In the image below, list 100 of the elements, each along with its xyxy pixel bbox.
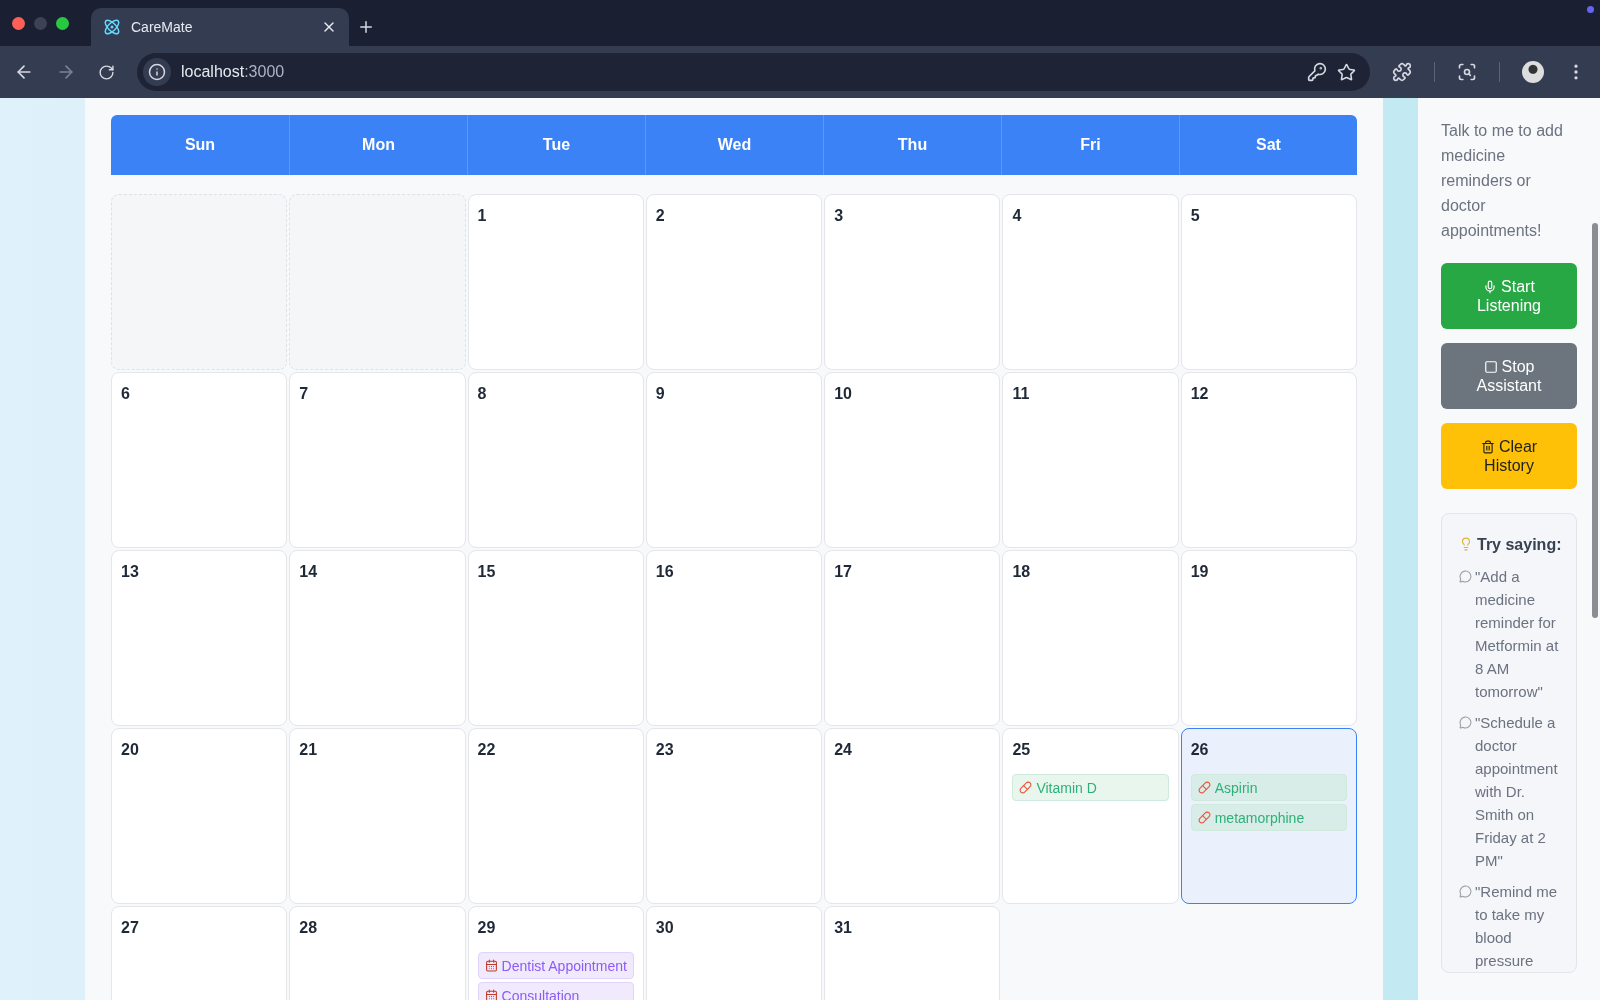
weekday-label: Sun (184, 136, 216, 154)
day-cell[interactable]: 28 (289, 906, 466, 1000)
tab-title: CareMate (131, 19, 194, 35)
weekday-label: Mon (362, 136, 395, 154)
day-number: 22 (477, 741, 497, 759)
appointment-event[interactable]: Dentist Appointment (477, 952, 634, 979)
pill-icon (1019, 781, 1033, 794)
pill-icon (1197, 781, 1211, 794)
lightbulb-icon (1459, 537, 1473, 551)
day-number: 13 (121, 563, 140, 581)
speech-bubble-icon (1459, 885, 1472, 898)
day-cell[interactable]: 21 (289, 728, 466, 904)
key-icon[interactable] (1307, 62, 1327, 82)
trash-icon (1480, 440, 1495, 454)
day-number: 16 (655, 563, 675, 581)
day-number: 1 (477, 207, 488, 225)
day-number: 20 (121, 741, 140, 759)
calendar-icon (484, 989, 498, 1000)
clear-button[interactable]: Clear History (1441, 423, 1577, 489)
calendar-icon (484, 959, 498, 972)
day-cell[interactable]: 2 (645, 194, 823, 370)
day-number: 24 (834, 741, 853, 759)
day-cell[interactable]: 15 (467, 550, 644, 726)
scrollbar-thumb[interactable] (1592, 223, 1598, 618)
day-number: 30 (655, 919, 675, 937)
day-cell[interactable]: 16 (645, 550, 823, 726)
day-number: 6 (121, 385, 131, 403)
atom-icon (103, 18, 121, 36)
day-number: 31 (834, 919, 853, 937)
day-cell[interactable]: 3 (824, 194, 1001, 370)
screen-search-icon[interactable] (1457, 62, 1477, 82)
avatar[interactable] (1522, 61, 1544, 83)
weekday-label: Sat (1256, 136, 1281, 154)
day-cell[interactable]: 25 Vitamin D (1002, 728, 1179, 904)
day-number: 25 (1012, 741, 1032, 759)
tips-title: Try saying: (1477, 535, 1562, 555)
day-number: 4 (1012, 207, 1023, 225)
day-cell[interactable]: 6 (111, 372, 288, 548)
example-phrase: "Schedule a doctor appointment with Dr. Smith on Friday at 2 PM" (1475, 713, 1559, 871)
pill-icon (1197, 811, 1211, 824)
day-cell[interactable]: 17 (824, 550, 1001, 726)
day-cell[interactable]: 11 (1002, 372, 1179, 548)
day-number: 10 (834, 385, 853, 403)
day-number: 17 (834, 563, 853, 581)
speech-bubble-icon (1459, 716, 1472, 729)
day-number: 26 (1190, 741, 1210, 759)
day-number: 21 (299, 741, 319, 759)
url-text: localhost:3000 (181, 63, 286, 81)
day-number: 5 (1190, 207, 1201, 225)
day-cell[interactable]: 29 Dentist Appointment Consultation (467, 906, 644, 1000)
day-number: 7 (299, 385, 310, 403)
new-tab-icon[interactable] (357, 18, 375, 36)
day-cell[interactable]: 20 (111, 728, 288, 904)
day-cell[interactable]: 13 (111, 550, 288, 726)
reload-icon[interactable] (98, 63, 115, 81)
stop-button[interactable]: Stop Assistant (1441, 343, 1577, 409)
day-number: 29 (477, 919, 497, 937)
day-cell[interactable]: 1 (467, 194, 644, 370)
stop-icon (1483, 360, 1498, 374)
day-cell[interactable]: 9 (645, 372, 823, 548)
day-number: 14 (299, 563, 319, 581)
day-number: 18 (1012, 563, 1032, 581)
day-cell[interactable]: 30 (645, 906, 823, 1000)
day-cell[interactable]: 24 (824, 728, 1001, 904)
day-cell[interactable]: 7 (289, 372, 466, 548)
day-cell[interactable]: 8 (467, 372, 644, 548)
day-cell[interactable]: 31 (824, 906, 1001, 1000)
day-cell[interactable]: 22 (467, 728, 644, 904)
weekday-label: Fri (1080, 136, 1101, 154)
appointment-event[interactable]: Consultation (477, 982, 634, 1000)
close-window-button[interactable] (12, 16, 25, 30)
day-number: 19 (1190, 563, 1210, 581)
day-cell[interactable]: 19 (1180, 550, 1357, 726)
microphone-icon (1483, 280, 1498, 294)
info-icon[interactable] (148, 63, 166, 81)
weekday-label: Wed (717, 136, 752, 154)
day-cell[interactable]: 10 (824, 372, 1001, 548)
day-cell[interactable]: 27 (111, 906, 288, 1000)
browser-tab[interactable]: CareMate (91, 8, 349, 46)
day-cell[interactable]: 23 (645, 728, 823, 904)
day-cell[interactable]: 4 (1002, 194, 1179, 370)
day-cell[interactable]: 18 (1002, 550, 1179, 726)
day-number: 27 (121, 919, 140, 937)
day-number: 8 (477, 385, 488, 403)
day-number: 3 (834, 207, 845, 225)
day-number: 28 (299, 919, 319, 937)
day-number: 23 (655, 741, 675, 759)
star-icon[interactable] (1337, 62, 1356, 82)
extensions-icon[interactable] (1392, 62, 1412, 82)
day-cell[interactable]: 5 (1180, 194, 1357, 370)
example-phrase: "Add a medicine reminder for Metformin at 8 AM tomorrow" (1475, 567, 1560, 702)
day-cell[interactable]: 14 (289, 550, 466, 726)
address-bar[interactable]: localhost:3000 (137, 53, 1370, 91)
day-number: 2 (655, 207, 666, 225)
day-cell[interactable]: 12 (1180, 372, 1357, 548)
maximize-window-button[interactable] (56, 16, 69, 30)
weekday-label: Thu (897, 136, 928, 154)
weekday-label: Tue (542, 136, 571, 154)
example-phrase: "Remind me to take my blood pressure (1475, 882, 1559, 971)
day-number: 15 (477, 563, 497, 581)
